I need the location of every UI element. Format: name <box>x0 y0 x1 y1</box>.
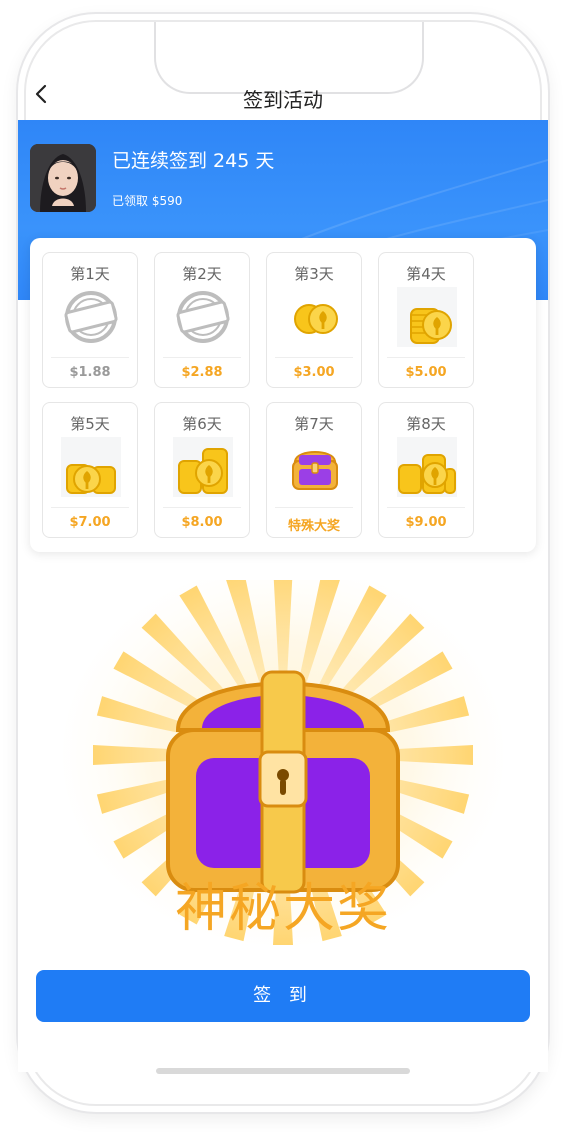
day-value: $3.00 <box>293 365 335 380</box>
divider <box>387 507 465 508</box>
divider <box>51 507 129 508</box>
day-value: $1.88 <box>69 365 111 380</box>
day-value: $7.00 <box>69 515 111 530</box>
divider <box>275 357 353 358</box>
coin-stacks-icon <box>61 437 121 497</box>
day-card-8[interactable]: 第8天 $9.00 <box>378 402 474 538</box>
nav-bar: 签到活动 <box>18 78 548 122</box>
day-label: 第1天 <box>70 265 110 283</box>
day-value: $5.00 <box>405 365 447 380</box>
day-label: 第2天 <box>182 265 222 283</box>
divider <box>163 507 241 508</box>
day-label: 第4天 <box>406 265 446 283</box>
streak-text: 已连续签到 245 天 <box>112 150 275 172</box>
day-card-3[interactable]: 第3天 $3.00 <box>266 252 362 388</box>
day-value: $8.00 <box>181 515 223 530</box>
treasure-chest-icon <box>166 670 400 894</box>
divider <box>163 357 241 358</box>
day-value: $2.88 <box>181 365 223 380</box>
avatar <box>30 144 96 212</box>
day-label: 第7天 <box>294 415 334 433</box>
coin-stack-icon <box>397 287 457 347</box>
day-card-5[interactable]: 第5天 $7.00 <box>42 402 138 538</box>
day-label: 第5天 <box>70 415 110 433</box>
day-card-2[interactable]: 第2天 $2.88 <box>154 252 250 388</box>
content: 已连续签到 245 天 已领取 $590 第1天 $1.88 第2天 $2.88… <box>18 120 548 1072</box>
two-coins-icon <box>285 287 345 347</box>
day-card-7[interactable]: 第7天 特殊大奖 <box>266 402 362 538</box>
day-card-4[interactable]: 第4天 $5.00 <box>378 252 474 388</box>
mystery-prize-title: 神秘大奖 <box>174 879 391 939</box>
daily-rewards-grid: 第1天 $1.88 第2天 $2.88 第3天 $3.00 第4天 $5.00 … <box>30 238 536 552</box>
home-indicator <box>156 1068 410 1074</box>
divider <box>51 357 129 358</box>
claimed-amount: 已领取 $590 <box>112 194 183 208</box>
day-label: 第8天 <box>406 415 446 433</box>
day-card-6[interactable]: 第6天 $8.00 <box>154 402 250 538</box>
coin-stacks-icon <box>173 437 233 497</box>
claimed-stamp-icon <box>61 287 121 347</box>
treasure-chest-icon <box>285 437 345 497</box>
day-value: 特殊大奖 <box>287 519 340 534</box>
divider <box>275 507 353 508</box>
page-title: 签到活动 <box>243 88 323 112</box>
claimed-stamp-icon <box>173 287 233 347</box>
day-card-1[interactable]: 第1天 $1.88 <box>42 252 138 388</box>
day-value: $9.00 <box>405 515 447 530</box>
sign-in-button[interactable]: 签 到 <box>36 970 530 1022</box>
divider <box>387 357 465 358</box>
day-label: 第3天 <box>294 265 334 283</box>
coin-stacks-icon <box>397 437 457 497</box>
day-label: 第6天 <box>182 415 222 433</box>
